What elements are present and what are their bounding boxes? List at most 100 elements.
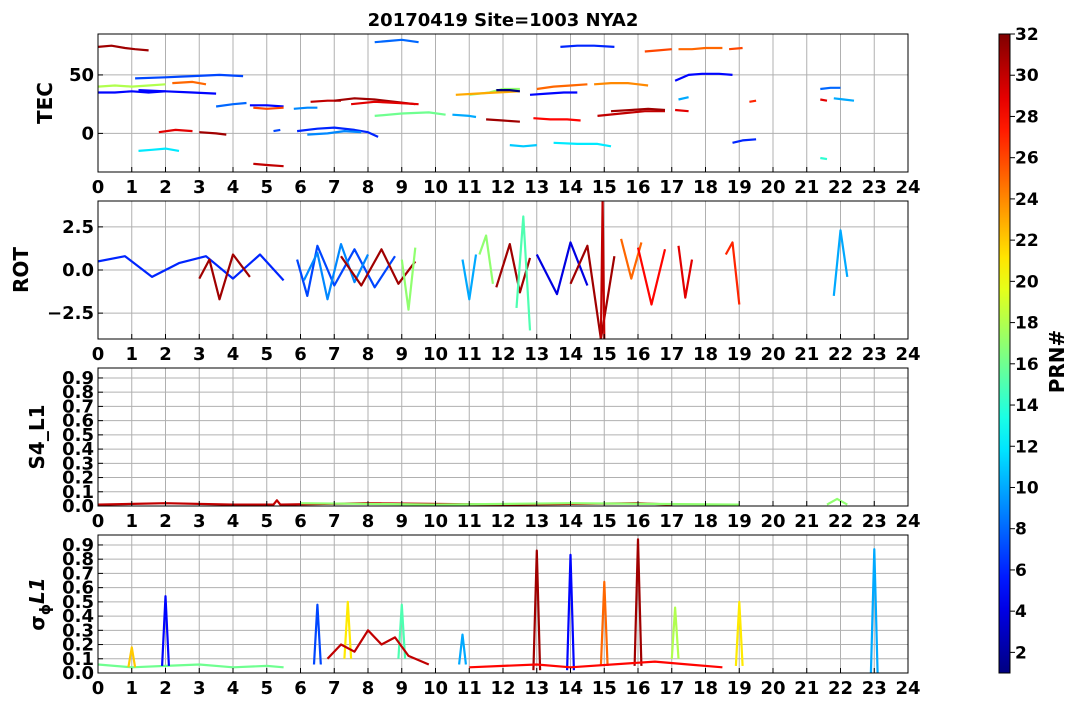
- x-tick-label: 4: [227, 511, 240, 532]
- x-tick-label: 3: [193, 344, 206, 365]
- x-tick-label: 21: [794, 177, 819, 198]
- series-line-prn-24: [594, 81, 649, 87]
- colorbar-tick-label: 16: [1015, 355, 1039, 375]
- x-tick-label: 4: [227, 344, 240, 365]
- x-tick-label: 23: [862, 678, 887, 699]
- x-tick-label: 17: [659, 511, 684, 532]
- series-line-prn-27: [724, 241, 741, 305]
- grid: [97, 368, 909, 507]
- x-tick-label: 9: [395, 678, 408, 699]
- x-tick-label: 11: [457, 678, 482, 699]
- x-tick-label: 17: [659, 678, 684, 699]
- x-tick-label: 19: [727, 511, 752, 532]
- y-tick-label: 0.0: [62, 260, 94, 281]
- series-line-prn-16: [374, 111, 446, 117]
- x-tick-label: 8: [362, 511, 375, 532]
- x-tick-label: 2: [159, 678, 172, 699]
- series-line-prn-30: [326, 629, 430, 666]
- x-tick-label: 7: [328, 678, 341, 699]
- grid: [97, 201, 909, 339]
- x-tick-label: 6: [294, 511, 307, 532]
- x-tick-label: 14: [558, 177, 583, 198]
- colorbar-gradient: [998, 33, 1011, 674]
- x-tick-label: 18: [693, 511, 718, 532]
- x-tick-label: 10: [423, 678, 448, 699]
- colorbar-tick-label: 2: [1015, 643, 1027, 663]
- series-line-prn-31: [199, 131, 227, 136]
- x-tick-label: 19: [727, 678, 752, 699]
- series-line-prn-6: [732, 138, 757, 144]
- y-axis-label: ROT: [9, 247, 33, 293]
- series-line-prn-8: [215, 101, 247, 108]
- x-tick-label: 15: [592, 344, 617, 365]
- x-tick-label: 24: [895, 344, 920, 365]
- x-tick-label: 23: [862, 511, 887, 532]
- series-line-prn-8: [374, 38, 419, 44]
- series-line-prn-10: [452, 113, 477, 119]
- x-tick-label: 7: [328, 511, 341, 532]
- colorbar-tick-label: 8: [1015, 520, 1027, 540]
- series-line-prn-28: [469, 660, 723, 669]
- sigma-phi-panel: 0 1 2 3 4 5 6 7 8 9 10 11 12 13 14 15 16 17 18 19 20 21 22 23 24…: [25, 534, 921, 699]
- x-tick-label: 5: [260, 678, 273, 699]
- x-tick-label: 21: [794, 511, 819, 532]
- series-line-prn-17: [300, 502, 740, 506]
- series-line-prn-17: [400, 247, 417, 311]
- colorbar-label: PRN#: [1045, 330, 1069, 394]
- x-tick-label: 9: [395, 344, 408, 365]
- x-tick-label: 3: [193, 511, 206, 532]
- series-line-prn-5: [249, 104, 284, 108]
- x-tick-label: 4: [227, 177, 240, 198]
- x-tick-label: 5: [260, 344, 273, 365]
- series-line-prn-8: [820, 86, 841, 91]
- chart-canvas: 20170419 Site=1003 NYA2 0 1 2 3 4 5 6 7 8 9 10 11 12…: [9, 10, 1069, 699]
- series-line-prn-28: [636, 247, 667, 306]
- x-tick-label: 6: [294, 177, 307, 198]
- x-tick-label: 11: [457, 344, 482, 365]
- x-tick-label: 11: [457, 177, 482, 198]
- x-tick-label: 20: [760, 177, 785, 198]
- x-tick-label: 21: [794, 678, 819, 699]
- y-tick-label: 2.5: [62, 217, 94, 238]
- series-line-prn-29: [675, 108, 689, 113]
- x-tick-label: 24: [895, 177, 920, 198]
- series-line-prn-7: [273, 128, 281, 133]
- x-tick-label: 13: [524, 177, 549, 198]
- grid: [97, 535, 909, 674]
- series-line-prn-7: [312, 603, 322, 665]
- series-line-prn-1: [496, 88, 521, 93]
- x-tick-label: 23: [862, 177, 887, 198]
- x-tick-label: 24: [895, 511, 920, 532]
- x-tick-label: 23: [862, 344, 887, 365]
- colorbar: 2468101214161820222426283032PRN#: [998, 25, 1069, 674]
- series-line-prn-26: [253, 106, 284, 110]
- x-tick-label: 4: [227, 678, 240, 699]
- x-tick-label: 8: [362, 344, 375, 365]
- x-tick-label: 1: [125, 344, 138, 365]
- y-tick-label: −2.5: [47, 303, 94, 324]
- x-tick-label: 14: [558, 511, 583, 532]
- x-tick-label: 10: [423, 511, 448, 532]
- x-tick-label: 18: [693, 177, 718, 198]
- x-tick-label: 12: [490, 344, 515, 365]
- series-line-prn-4: [535, 241, 589, 296]
- x-tick-label: 19: [727, 344, 752, 365]
- colorbar-tick-label: 10: [1015, 478, 1039, 498]
- s4-panel: 0 1 2 3 4 5 6 7 8 9 10 11 12 13 14 15 16 17 18 19 20 21 22 23 24…: [25, 367, 921, 532]
- chart-title: 20170419 Site=1003 NYA2: [368, 10, 639, 31]
- series-line-prn-10: [678, 96, 689, 101]
- series-line-prn-6: [560, 44, 615, 48]
- x-tick-label: 5: [260, 177, 273, 198]
- series-line-prn-30: [253, 162, 284, 168]
- colorbar-tick-label: 20: [1015, 272, 1039, 292]
- x-tick-label: 8: [362, 177, 375, 198]
- grid: [97, 34, 909, 172]
- series-group: [98, 38, 855, 168]
- x-tick-label: 12: [490, 177, 515, 198]
- x-tick-label: 10: [423, 344, 448, 365]
- series-line-prn-12: [553, 141, 612, 148]
- series-line-prn-26: [729, 46, 743, 51]
- colorbar-tick-label: 18: [1015, 314, 1039, 334]
- series-line-prn-25: [172, 80, 207, 86]
- x-tick-label: 15: [592, 177, 617, 198]
